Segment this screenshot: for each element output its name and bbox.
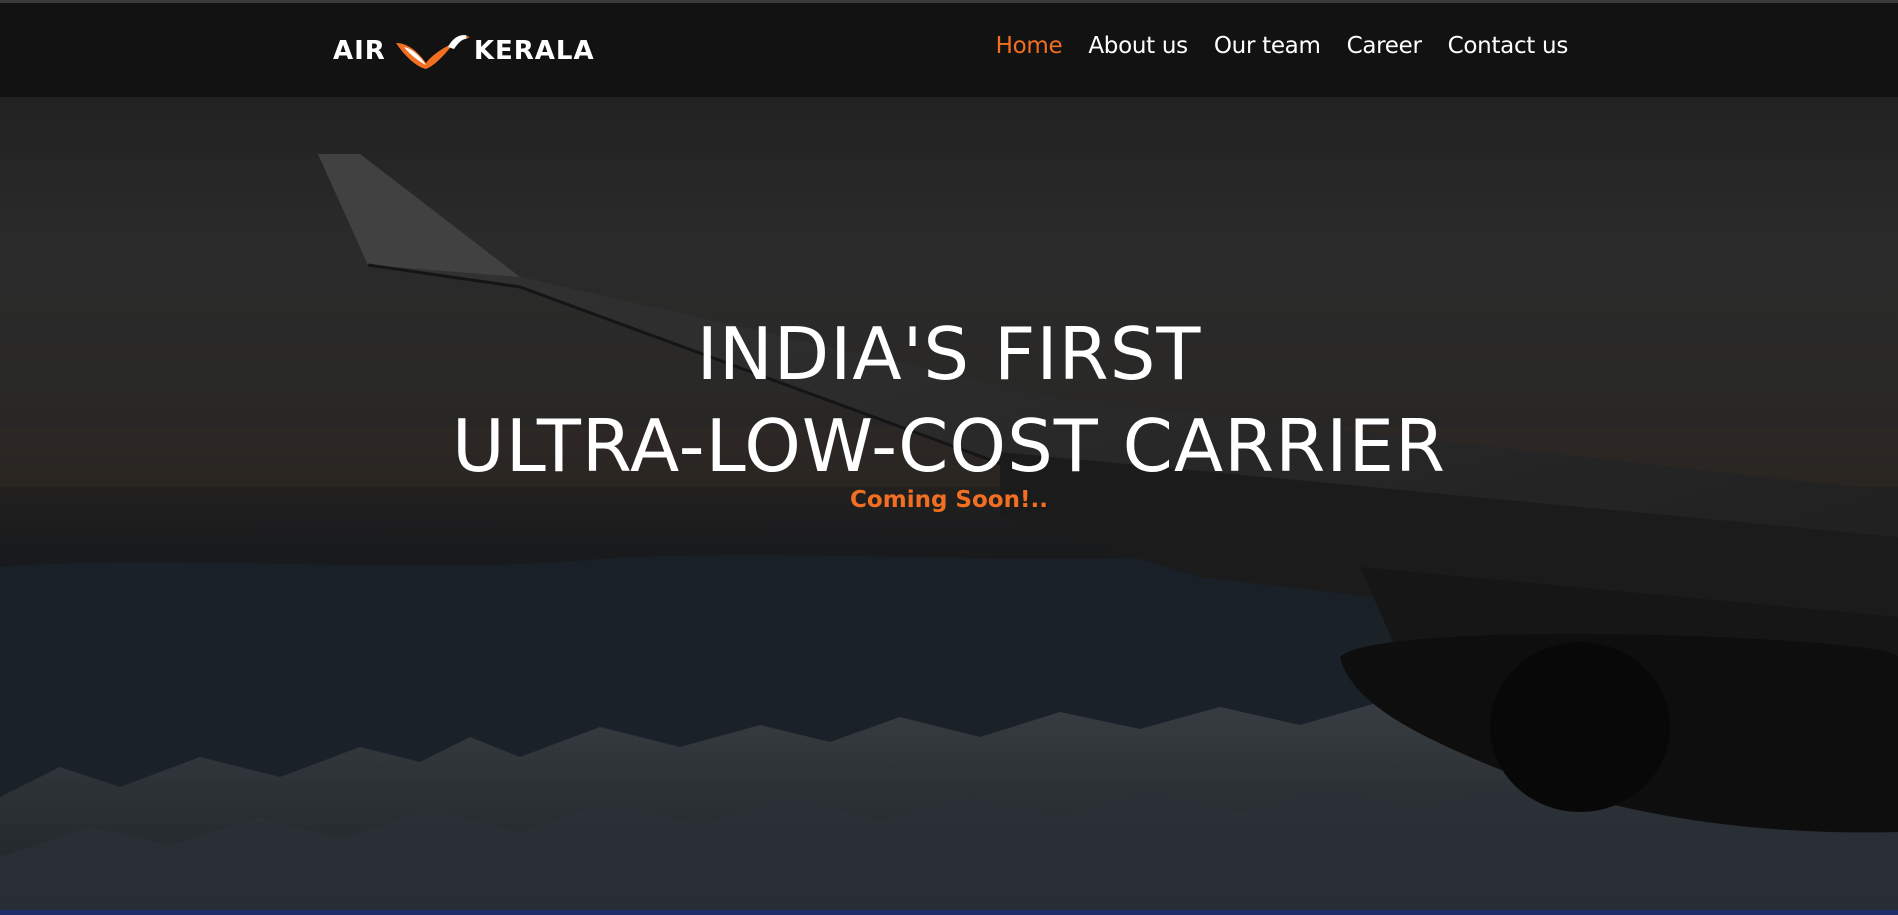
nav-home[interactable]: Home	[996, 33, 1063, 59]
bottom-border	[0, 910, 1898, 915]
nav-our-team[interactable]: Our team	[1214, 33, 1321, 59]
coming-soon-tagline: Coming Soon!..	[850, 487, 1048, 513]
hero-headline-line2: ULTRA-LOW-COST CARRIER	[452, 404, 1446, 488]
brand-text-kerala: KERALA	[473, 36, 595, 66]
hero-headline-line1: INDIA'S FIRST	[696, 312, 1202, 396]
navbar: AIR KERALA Home About us Our team Career…	[0, 3, 1898, 97]
bird-logo-icon	[395, 35, 470, 69]
brand-text-air: AIR	[333, 36, 386, 66]
brand-logo[interactable]: AIR KERALA	[333, 29, 595, 73]
main-nav: Home About us Our team Career Contact us	[996, 33, 1569, 59]
nav-contact-us[interactable]: Contact us	[1448, 33, 1569, 59]
hero-banner: INDIA'S FIRST ULTRA-LOW-COST CARRIER Com…	[0, 97, 1898, 910]
nav-career[interactable]: Career	[1347, 33, 1422, 59]
nav-about-us[interactable]: About us	[1088, 33, 1188, 59]
